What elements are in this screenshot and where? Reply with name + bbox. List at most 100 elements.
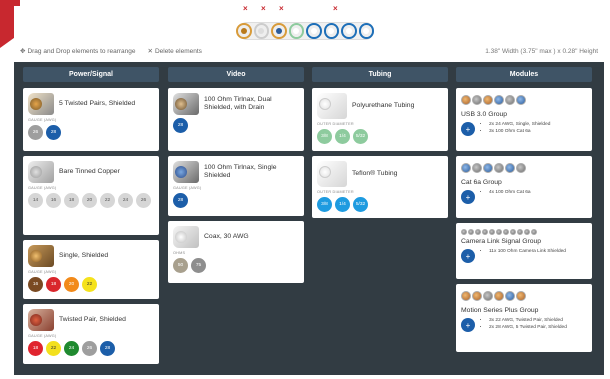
cable-thumbnail — [173, 226, 199, 248]
module-preview — [461, 93, 587, 107]
gauge-option[interactable]: 28 — [46, 125, 61, 140]
gauge-option[interactable]: 16 — [28, 277, 43, 292]
gauge-option[interactable]: 16 — [46, 193, 61, 208]
preview-element[interactable] — [323, 23, 339, 39]
diameter-option[interactable]: 3/8 — [317, 197, 332, 212]
module-contents: 4x 100 Ohm Cat 6a — [481, 190, 531, 197]
add-module-button[interactable]: + — [461, 122, 475, 136]
module-card[interactable]: USB 3.0 Group + 2x 24 AWG, Single, Shiel… — [456, 88, 592, 151]
gauge-option[interactable]: 26 — [136, 193, 151, 208]
gauge-option[interactable]: 18 — [46, 277, 61, 292]
element-card[interactable]: 100 Ohm Tirlnax, Single Shielded GAUGE (… — [168, 156, 304, 216]
card-title: Teflon® Tubing — [352, 170, 398, 177]
remove-element-icon[interactable]: × — [279, 4, 284, 13]
gauge-option[interactable]: 20 — [82, 193, 97, 208]
delete-hint-label: Delete elements — [154, 47, 202, 55]
diameter-option[interactable]: 1/4 — [335, 197, 350, 212]
cable-preview[interactable] — [236, 19, 376, 43]
diameter-option[interactable]: 3/8 — [317, 129, 332, 144]
card-option-label: GAUGE (AWG) — [28, 186, 57, 190]
gauge-option[interactable]: 28 — [173, 118, 188, 133]
gauge-option[interactable]: 24 — [64, 341, 79, 356]
tube-thumbnail — [317, 93, 347, 119]
diameter-option[interactable]: 5/32 — [353, 129, 368, 144]
module-title: Camera Link Signal Group — [461, 238, 542, 245]
add-module-button[interactable]: + — [461, 190, 475, 204]
cable-thumbnail — [173, 161, 199, 183]
module-card[interactable]: Cat 6a Group + 4x 100 Ohm Cat 6a — [456, 156, 592, 218]
cable-thumbnail — [28, 161, 54, 183]
gauge-option[interactable]: 28 — [173, 193, 188, 208]
cable-thumbnail — [173, 93, 199, 115]
ohms-option[interactable]: 75 — [191, 258, 206, 273]
remove-element-icon[interactable]: × — [261, 4, 266, 13]
diameter-option[interactable]: 1/4 — [335, 129, 350, 144]
remove-element-icon[interactable]: × — [243, 4, 248, 13]
gauge-option[interactable]: 28 — [100, 341, 115, 356]
gauge-option[interactable]: 14 — [28, 193, 43, 208]
column-tubing: Tubing Polyurethane Tubing OUTER DIAMETE… — [312, 67, 448, 223]
element-card[interactable]: Polyurethane Tubing OUTER DIAMETER 3/8 1… — [312, 88, 448, 151]
element-card[interactable]: 5 Twisted Pairs, Shielded GAUGE (AWG) 26… — [23, 88, 159, 151]
column-header: Modules — [456, 67, 592, 82]
gauge-option[interactable]: 26 — [82, 341, 97, 356]
module-title: Cat 6a Group — [461, 179, 502, 186]
module-preview — [461, 161, 587, 175]
gauge-option[interactable]: 18 — [64, 193, 79, 208]
column-header: Power/Signal — [23, 67, 159, 82]
element-card[interactable]: Teflon® Tubing OUTER DIAMETER 3/8 1/4 5/… — [312, 156, 448, 218]
element-card[interactable]: Bare Tinned Copper GAUGE (AWG) 14 16 18 … — [23, 156, 159, 235]
card-option-label: OUTER DIAMETER — [317, 190, 354, 194]
diameter-option[interactable]: 5/32 — [353, 197, 368, 212]
add-module-button[interactable]: + — [461, 249, 475, 263]
column-video: Video 100 Ohm Tirlnax, Dual Shielded, wi… — [168, 67, 304, 288]
element-card[interactable]: Single, Shielded GAUGE (AWG) 16 18 20 22 — [23, 240, 159, 299]
column-header: Tubing — [312, 67, 448, 82]
module-item: 3x 100 Ohm Cat 6a — [489, 129, 550, 135]
delete-hint: ✕ Delete elements — [147, 47, 202, 56]
cable-thumbnail — [28, 309, 54, 331]
preview-element[interactable] — [271, 23, 287, 39]
module-item: 11x 100 Ohm Camera Link Shielded — [489, 249, 566, 255]
module-card[interactable]: Camera Link Signal Group + 11x 100 Ohm C… — [456, 223, 592, 279]
module-contents: 3x 22 AWG, Twisted Pair, Shielded 2x 28 … — [481, 318, 567, 332]
close-icon: ✕ — [147, 48, 153, 55]
ohms-option[interactable]: 50 — [173, 258, 188, 273]
card-option-label: OHMS — [173, 251, 186, 255]
add-module-button[interactable]: + — [461, 318, 475, 332]
preview-element[interactable] — [341, 23, 357, 39]
card-option-label: OUTER DIAMETER — [317, 122, 354, 126]
preview-element[interactable] — [288, 23, 304, 39]
module-contents: 11x 100 Ohm Camera Link Shielded — [481, 249, 566, 256]
module-preview — [461, 228, 587, 236]
move-icon: ✥ — [20, 48, 26, 55]
element-card[interactable]: Twisted Pair, Shielded GAUGE (AWG) 18 22… — [23, 304, 159, 364]
preview-element[interactable] — [306, 23, 322, 39]
element-card[interactable]: Coax, 30 AWG OHMS 50 75 — [168, 221, 304, 283]
column-power-signal: Power/Signal 5 Twisted Pairs, Shielded G… — [23, 67, 159, 369]
remove-element-icon[interactable]: × — [333, 4, 338, 13]
module-contents: 2x 24 AWG, Single, Shielded 3x 100 Ohm C… — [481, 122, 550, 136]
card-title: 100 Ohm Tirlnax, Single Shielded — [204, 164, 277, 179]
gauge-option[interactable]: 18 — [28, 341, 43, 356]
gauge-option[interactable]: 20 — [64, 277, 79, 292]
preview-element[interactable] — [358, 23, 374, 39]
tube-thumbnail — [317, 161, 347, 187]
gauge-option[interactable]: 22 — [100, 193, 115, 208]
module-title: Motion Series Plus Group — [461, 307, 539, 314]
gauge-option[interactable]: 22 — [46, 341, 61, 356]
gauge-option[interactable]: 26 — [28, 125, 43, 140]
card-title: 5 Twisted Pairs, Shielded — [59, 100, 136, 107]
module-card[interactable]: Motion Series Plus Group + 3x 22 AWG, Tw… — [456, 284, 592, 352]
gauge-option[interactable]: 22 — [82, 277, 97, 292]
element-card[interactable]: 100 Ohm Tirlnax, Dual Shielded, with Dra… — [168, 88, 304, 151]
preview-element[interactable] — [253, 23, 269, 39]
element-library: Power/Signal 5 Twisted Pairs, Shielded G… — [14, 62, 604, 375]
gauge-option[interactable]: 24 — [118, 193, 133, 208]
cable-thumbnail — [28, 93, 54, 115]
preview-element[interactable] — [236, 23, 252, 39]
drag-hint-label: Drag and Drop elements to rearrange — [27, 47, 136, 55]
card-title: Single, Shielded — [59, 252, 109, 259]
column-modules: Modules USB 3.0 Group + 2x 24 AWG, Singl… — [456, 67, 592, 357]
module-item: 2x 24 AWG, Single, Shielded — [489, 122, 550, 128]
